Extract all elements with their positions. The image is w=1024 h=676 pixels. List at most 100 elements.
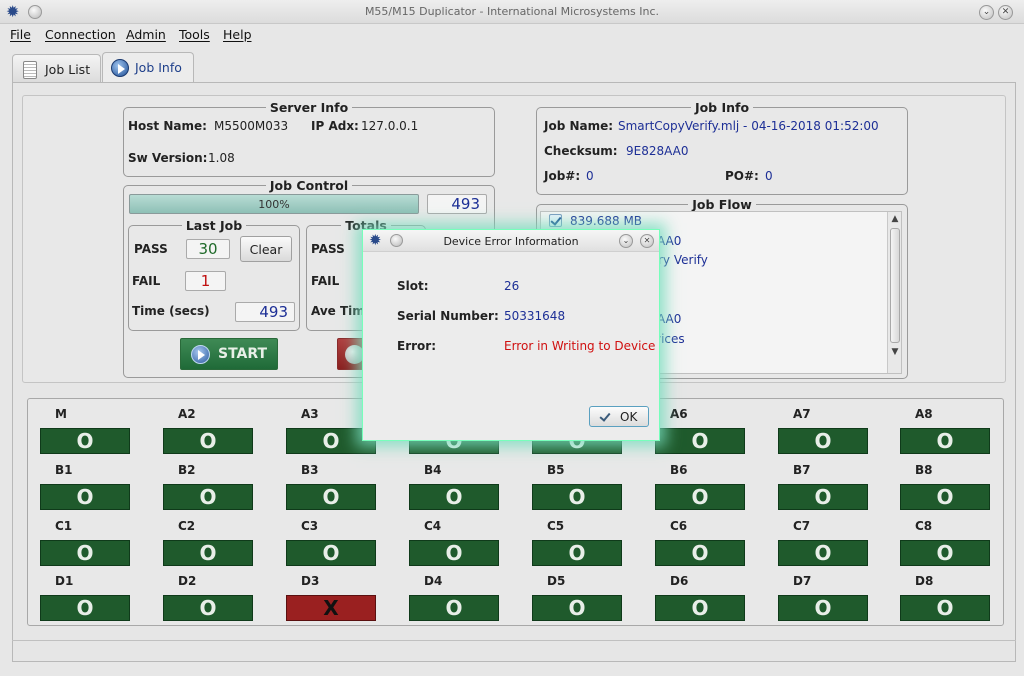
slot-status[interactable]: O [900, 540, 990, 566]
slot-status[interactable]: O [40, 484, 130, 510]
start-button-label: START [218, 346, 268, 362]
slot-label: C8 [915, 519, 933, 533]
host-name-value: M5500M033 [214, 119, 289, 133]
tab-job-list[interactable]: Job List [12, 54, 101, 82]
slot-status[interactable]: O [655, 540, 745, 566]
slot-status[interactable]: O [286, 484, 376, 510]
dialog-close-button[interactable]: ✕ [640, 234, 654, 248]
slot-label: C2 [178, 519, 196, 533]
play-icon [191, 345, 210, 364]
slot-status[interactable]: O [900, 595, 990, 621]
slot-status[interactable]: O [778, 540, 868, 566]
list-item: AA0 [657, 312, 682, 326]
slot-label: D2 [178, 574, 197, 588]
job-counter: 493 [427, 194, 487, 214]
dialog-error-label: Error: [397, 339, 436, 353]
slot-status[interactable]: O [778, 595, 868, 621]
job-flow-title: Job Flow [692, 197, 752, 212]
bottom-divider [12, 640, 1016, 648]
slot-status[interactable]: O [655, 428, 745, 454]
job-progress-text: 100% [258, 198, 290, 211]
slot-status[interactable]: O [532, 595, 622, 621]
job-number-label: Job#: [544, 169, 581, 183]
dialog-serial-label: Serial Number: [397, 309, 499, 323]
minimize-button[interactable]: ⌄ [979, 5, 994, 20]
last-fail-value: 1 [185, 271, 226, 291]
slot-status[interactable]: O [900, 428, 990, 454]
last-pass-value: 30 [186, 239, 230, 259]
po-number-label: PO#: [725, 169, 759, 183]
slot-status[interactable]: O [532, 484, 622, 510]
slot-status[interactable]: O [778, 484, 868, 510]
scrollbar-thumb[interactable] [890, 228, 900, 343]
totals-fail-label: FAIL [311, 274, 340, 288]
last-fail-label: FAIL [132, 274, 161, 288]
play-icon [111, 59, 129, 77]
clear-button[interactable]: Clear [240, 236, 292, 262]
slot-label: B8 [915, 463, 933, 477]
slot-label: D1 [55, 574, 74, 588]
host-name-label: Host Name: [128, 119, 207, 133]
job-progress-bar: 100% [129, 194, 419, 214]
slot-label: D8 [915, 574, 934, 588]
slot-status[interactable]: O [900, 484, 990, 510]
totals-pass-label: PASS [311, 242, 345, 256]
dialog-error-value: Error in Writing to Device [504, 339, 656, 353]
slot-status[interactable]: O [409, 595, 499, 621]
dialog-title: Device Error Information [443, 235, 579, 248]
slot-status[interactable]: O [655, 484, 745, 510]
job-name-label: Job Name: [544, 119, 614, 133]
last-job-title: Last Job [185, 218, 243, 233]
close-button[interactable]: ✕ [998, 5, 1013, 20]
scroll-up-icon[interactable]: ▲ [888, 212, 902, 226]
stop-button[interactable] [337, 338, 365, 370]
slot-label: C4 [424, 519, 442, 533]
scroll-down-icon[interactable]: ▼ [888, 345, 902, 359]
slot-status[interactable]: O [163, 484, 253, 510]
start-button[interactable]: START [180, 338, 278, 370]
slot-status[interactable]: O [40, 540, 130, 566]
slot-label: B7 [793, 463, 811, 477]
dialog-minimize-button[interactable]: ⌄ [619, 234, 633, 248]
slot-label: D5 [547, 574, 566, 588]
ip-label: IP Adx: [311, 119, 359, 133]
slot-status[interactable]: X [286, 595, 376, 621]
menu-admin[interactable]: Admin [126, 27, 166, 42]
slot-status[interactable]: O [286, 540, 376, 566]
menu-help[interactable]: Help [223, 27, 252, 42]
window-titlebar: ✹ M55/M15 Duplicator - International Mic… [0, 0, 1024, 24]
slot-label: C7 [793, 519, 811, 533]
list-item: 839.688 MB [549, 214, 642, 228]
slot-status[interactable]: O [778, 428, 868, 454]
slot-label: B4 [424, 463, 442, 477]
job-name-value: SmartCopyVerify.mlj - 04-16-2018 01:52:0… [618, 119, 879, 133]
slot-status[interactable]: O [409, 540, 499, 566]
slot-label: A7 [793, 407, 811, 421]
slot-status[interactable]: O [163, 595, 253, 621]
slot-label: C3 [301, 519, 319, 533]
menu-bar: File Connection Admin Tools Help [0, 24, 1024, 46]
ip-value: 127.0.0.1 [361, 119, 419, 133]
menu-file[interactable]: File [10, 27, 31, 42]
menu-tools[interactable]: Tools [179, 27, 210, 42]
slot-status[interactable]: O [655, 595, 745, 621]
window-title: M55/M15 Duplicator - International Micro… [364, 5, 660, 18]
slot-status[interactable]: O [409, 484, 499, 510]
menu-connection[interactable]: Connection [45, 27, 116, 42]
slot-status[interactable]: O [163, 428, 253, 454]
tab-job-info[interactable]: Job Info [102, 52, 194, 83]
slot-label: C6 [670, 519, 688, 533]
slot-label: D4 [424, 574, 443, 588]
list-item: AA0 [657, 234, 682, 248]
slot-label: B5 [547, 463, 565, 477]
document-icon [23, 61, 37, 79]
slot-label: M [55, 407, 67, 421]
ok-button[interactable]: OK [589, 406, 649, 427]
slot-status[interactable]: O [532, 540, 622, 566]
job-flow-scrollbar[interactable]: ▲ ▼ [887, 212, 901, 373]
tab-job-info-label: Job Info [135, 60, 182, 75]
slot-status[interactable]: O [163, 540, 253, 566]
slot-status[interactable]: O [40, 428, 130, 454]
slot-status[interactable]: O [40, 595, 130, 621]
last-pass-label: PASS [134, 242, 168, 256]
